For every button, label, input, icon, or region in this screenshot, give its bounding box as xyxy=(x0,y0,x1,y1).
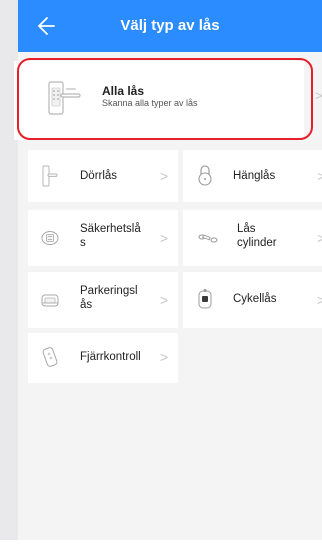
chevron-right-icon: > xyxy=(317,230,322,246)
door-lock-icon xyxy=(41,165,59,187)
bike-lock-icon xyxy=(196,288,214,310)
chevron-right-icon: > xyxy=(160,230,169,246)
tile-label: Hänglås xyxy=(233,170,276,182)
safe-icon xyxy=(41,227,59,249)
tile-label-line1: Lås xyxy=(237,223,256,235)
chevron-right-icon: > xyxy=(160,168,169,184)
bottom-strip xyxy=(0,540,322,551)
tile-label-line2: cylinder xyxy=(237,237,277,249)
tile-lock-cylinder[interactable]: Lås cylinder > xyxy=(183,210,322,266)
tile-parking-lock[interactable]: Parkeringsl ås > xyxy=(28,272,178,328)
tile-padlock[interactable]: Hänglås > xyxy=(183,150,322,202)
chevron-right-icon: > xyxy=(317,292,322,308)
chevron-right-icon: > xyxy=(315,88,322,103)
tile-label: Dörrlås xyxy=(80,170,118,182)
chevron-right-icon: > xyxy=(160,349,169,365)
tile-door-lock[interactable]: Dörrlås > xyxy=(28,150,178,202)
app-frame: Välj typ av lås Alla lås Skanna alla typ… xyxy=(0,0,322,551)
tile-label-line1: Säkerhetslå xyxy=(80,223,141,235)
header-bar: Välj typ av lås xyxy=(18,0,322,52)
all-locks-title: Alla lås xyxy=(102,84,145,98)
all-locks-subtitle: Skanna alla typer av lås xyxy=(102,98,198,108)
remote-control-icon xyxy=(41,346,59,368)
lock-cylinder-icon xyxy=(196,227,220,249)
tile-label-line2: ås xyxy=(80,299,93,311)
tile-label-line2: s xyxy=(80,237,86,249)
door-lock-icon xyxy=(44,74,84,122)
tile-label: Fjärrkontroll xyxy=(80,351,141,363)
tile-remote-control[interactable]: Fjärrkontroll > xyxy=(28,333,178,383)
arrow-left-icon[interactable] xyxy=(30,12,58,40)
chevron-right-icon: > xyxy=(160,292,169,308)
chevron-right-icon: > xyxy=(317,168,322,184)
padlock-icon xyxy=(196,164,214,186)
tile-safe-lock[interactable]: Säkerhetslå s > xyxy=(28,210,178,266)
tile-bike-lock[interactable]: Cykellås > xyxy=(183,272,322,328)
page-title: Välj typ av lås xyxy=(120,17,220,34)
tile-label-line1: Parkeringsl xyxy=(80,285,138,297)
parking-lock-icon xyxy=(41,289,59,311)
tile-label: Cykellås xyxy=(233,293,277,305)
